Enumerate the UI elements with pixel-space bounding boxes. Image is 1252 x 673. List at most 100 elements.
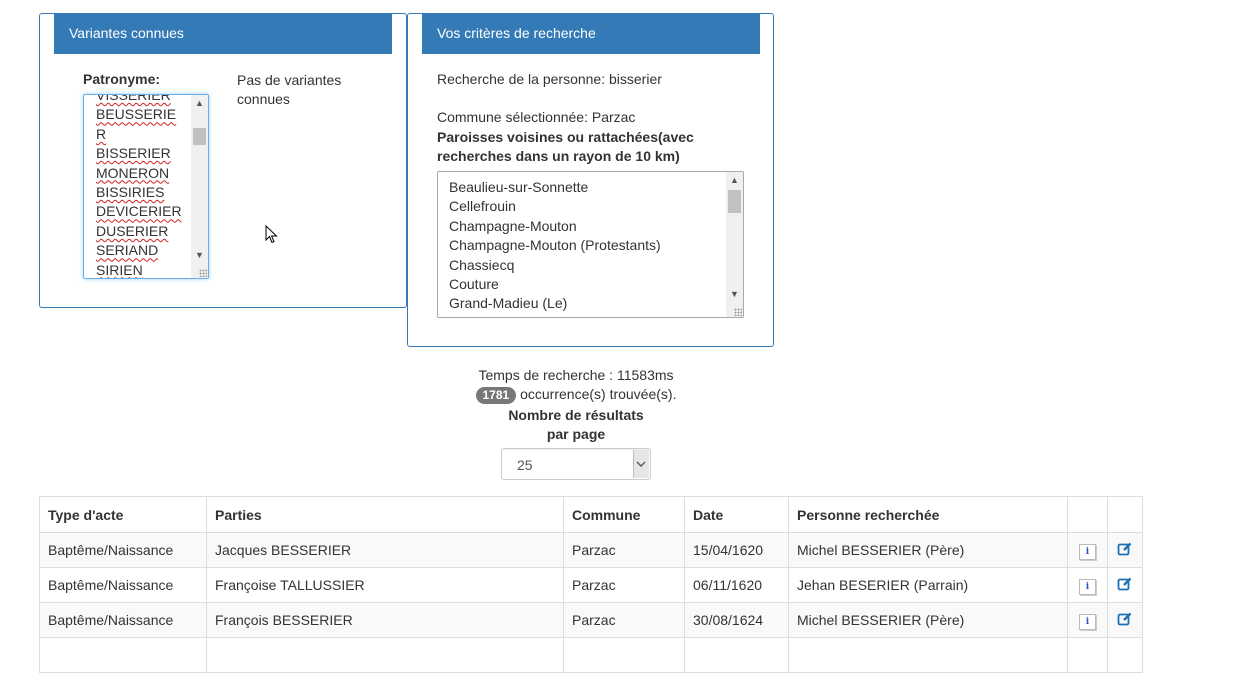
cell-parties <box>206 637 564 673</box>
variants-panel: Variantes connues Patronyme: VISSERIER B… <box>39 13 407 308</box>
no-variants-text: Pas de variantes connues <box>237 71 341 109</box>
occurrences-text: occurrence(s) trouvée(s). <box>520 386 677 402</box>
header-edit <box>1107 496 1143 533</box>
cell-commune: Parzac <box>563 532 685 568</box>
info-icon[interactable]: i <box>1079 543 1096 560</box>
scroll-thumb[interactable] <box>728 190 741 213</box>
parish-option[interactable]: Champagne-Mouton <box>449 217 726 236</box>
cell-commune <box>563 637 685 673</box>
cell-person: Michel BESSERIER (Père) <box>788 602 1068 638</box>
no-variants-line1: Pas de variantes <box>237 72 342 88</box>
cell-type: Baptême/Naissance <box>39 602 207 638</box>
cell-date <box>684 637 789 673</box>
variant-option[interactable]: VISSERIER <box>96 95 191 105</box>
table-row: Baptême/Naissance François BESSERIER Par… <box>39 602 1143 638</box>
header-parties[interactable]: Parties <box>206 496 564 533</box>
cell-edit <box>1107 602 1143 638</box>
mouse-cursor-icon <box>265 225 278 244</box>
table-header-row: Type d'acte Parties Commune Date Personn… <box>39 496 1143 533</box>
parish-option[interactable]: Couture <box>449 275 726 294</box>
parish-option[interactable]: Beaulieu-sur-Sonnette <box>449 178 726 197</box>
scroll-down-icon[interactable]: ▼ <box>726 286 743 303</box>
per-page-label-line2: par page <box>546 426 606 442</box>
cell-info <box>1067 637 1108 673</box>
per-page-label-line1: Nombre de résultats <box>508 407 644 423</box>
count-badge: 1781 <box>475 387 517 404</box>
scroll-thumb[interactable] <box>193 128 206 145</box>
cell-commune: Parzac <box>563 602 685 638</box>
person-search-text: Recherche de la personne: bisserier <box>437 71 662 87</box>
cell-date: 15/04/1620 <box>684 532 789 568</box>
scroll-up-icon[interactable]: ▲ <box>726 172 743 189</box>
scroll-up-icon[interactable]: ▲ <box>191 95 208 112</box>
per-page-select[interactable]: 25 <box>501 448 651 480</box>
parishes-heading: Paroisses voisines ou rattachées(avec re… <box>437 128 694 166</box>
cell-person <box>788 637 1068 673</box>
parish-option[interactable]: Champagne-Mouton (Protestants) <box>449 236 726 255</box>
cell-type: Baptême/Naissance <box>39 567 207 603</box>
cell-info: i <box>1067 567 1108 603</box>
variant-option[interactable]: BISSIRIES <box>96 183 191 202</box>
cell-info: i <box>1067 602 1108 638</box>
no-variants-line2: connues <box>237 91 290 107</box>
resize-grip-icon[interactable] <box>199 269 207 277</box>
scroll-down-icon[interactable]: ▼ <box>191 247 208 264</box>
header-commune[interactable]: Commune <box>563 496 685 533</box>
info-icon[interactable]: i <box>1079 578 1096 595</box>
variant-option[interactable]: SERIAND <box>96 241 191 260</box>
criteria-panel-title: Vos critères de recherche <box>422 14 760 54</box>
edit-icon[interactable] <box>1117 541 1133 557</box>
header-type[interactable]: Type d'acte <box>39 496 207 533</box>
results-table: Type d'acte Parties Commune Date Personn… <box>39 496 1143 673</box>
table-row: Baptême/Naissance Jacques BESSERIER Parz… <box>39 532 1143 568</box>
cell-person: Michel BESSERIER (Père) <box>788 532 1068 568</box>
table-row: Baptême/Naissance Françoise TALLUSSIER P… <box>39 567 1143 603</box>
variant-option[interactable]: DEVICERIER <box>96 202 191 221</box>
patronyme-label: Patronyme: <box>83 71 161 87</box>
parish-option[interactable]: Cellefrouin <box>449 197 726 216</box>
edit-icon[interactable] <box>1117 611 1133 627</box>
variants-scrollbar[interactable]: ▲ ▼ <box>191 95 208 278</box>
parish-option[interactable]: Grand-Madieu (Le) <box>449 294 726 313</box>
cell-parties: Jacques BESSERIER <box>206 532 564 568</box>
variant-option[interactable]: DUSERIER <box>96 222 191 241</box>
cell-parties: François BESSERIER <box>206 602 564 638</box>
cell-edit <box>1107 567 1143 603</box>
cell-edit <box>1107 637 1143 673</box>
header-date[interactable]: Date <box>684 496 789 533</box>
table-row <box>39 637 1143 673</box>
criteria-panel: Vos critères de recherche Recherche de l… <box>407 13 774 347</box>
cell-date: 06/11/1620 <box>684 567 789 603</box>
parishes-scrollbar[interactable]: ▲ ▼ <box>726 172 743 317</box>
variants-panel-title: Variantes connues <box>54 14 392 54</box>
variants-listbox[interactable]: VISSERIER BEUSSERIE R BISSERIER MONERON … <box>83 94 209 279</box>
cell-type <box>39 637 207 673</box>
resize-grip-icon[interactable] <box>734 308 742 316</box>
cell-parties: Françoise TALLUSSIER <box>206 567 564 603</box>
variant-option[interactable]: SIRIEN <box>96 261 191 278</box>
cell-person: Jehan BESERIER (Parrain) <box>788 567 1068 603</box>
edit-icon[interactable] <box>1117 576 1133 592</box>
cell-type: Baptême/Naissance <box>39 532 207 568</box>
search-time: Temps de recherche : 11583ms <box>478 367 674 383</box>
variant-option[interactable]: BISSERIER <box>96 144 191 163</box>
cell-info: i <box>1067 532 1108 568</box>
variant-option[interactable]: MONERON <box>96 164 191 183</box>
commune-selected-text: Commune sélectionnée: Parzac <box>437 109 636 125</box>
occurrences-line: 1781 occurrence(s) trouvée(s). <box>0 386 1152 404</box>
per-page-label: Nombre de résultats par page <box>0 406 1152 444</box>
parishes-listbox[interactable]: Beaulieu-sur-Sonnette Cellefrouin Champa… <box>437 171 744 318</box>
cell-date: 30/08/1624 <box>684 602 789 638</box>
per-page-value: 25 <box>517 457 533 473</box>
variant-option[interactable]: R <box>96 125 191 144</box>
header-person[interactable]: Personne recherchée <box>788 496 1068 533</box>
info-icon[interactable]: i <box>1079 613 1096 630</box>
cell-commune: Parzac <box>563 567 685 603</box>
parishes-heading-line1: Paroisses voisines ou rattachées(avec <box>437 129 694 145</box>
parishes-heading-line2: recherches dans un rayon de 10 km) <box>437 148 680 164</box>
header-info <box>1067 496 1108 533</box>
variant-option[interactable]: BEUSSERIE <box>96 105 191 124</box>
parish-option[interactable]: Chassiecq <box>449 256 726 275</box>
cell-edit <box>1107 532 1143 568</box>
chevron-down-icon[interactable] <box>633 450 649 478</box>
